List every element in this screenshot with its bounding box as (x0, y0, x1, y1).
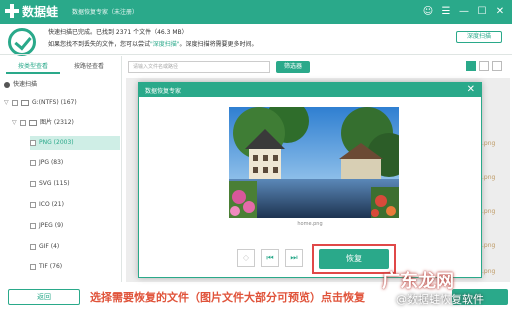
previous-icon[interactable]: ⏮ (261, 249, 279, 267)
tree-item-images[interactable]: ▽ 图片 (2312) (12, 116, 120, 130)
user-icon[interactable]: ☺ (420, 4, 436, 20)
deep-scan-link[interactable]: "深度扫描" (150, 41, 180, 48)
scan-hint-text: 如果您找不到丢失的文件，您可以尝试"深度扫描"。深度扫描将需要更多时间。 (48, 39, 258, 48)
watermark-logo: 广东龙网 (382, 271, 454, 292)
grid-view-icon[interactable] (466, 61, 476, 71)
detail-view-icon[interactable] (492, 61, 502, 71)
folder-icon (29, 119, 37, 126)
minimize-icon[interactable]: — (456, 4, 472, 20)
instruction-caption: 选择需要恢复的文件（图片文件大部分可预览）点击恢复 (90, 291, 365, 304)
menu-icon[interactable]: ☰ (438, 4, 454, 20)
tab-by-path[interactable]: 按路径查看 (62, 60, 116, 74)
preview-dialog: 数据恢复专家 ✕ home.png ◇ ⏮ ⏭ 恢复 (138, 82, 482, 278)
dialog-title: 数据恢复专家 (145, 88, 182, 95)
checkbox[interactable] (30, 222, 36, 229)
scan-result-text: 快速扫描已完成。已找到 2371 个文件（46.3 MB） (48, 29, 188, 36)
tree-item-quick-scan[interactable]: 快速扫描 (4, 78, 120, 92)
tree-item-jpg[interactable]: JPG (83) (30, 156, 120, 170)
tree-item-tif[interactable]: TIF (76) (30, 260, 120, 274)
divider (0, 54, 512, 55)
search-input[interactable]: 请输入文件名或路径 (128, 61, 270, 73)
app-subtitle: 数据恢复专家（未注册） (72, 9, 139, 16)
tree-item-gif[interactable]: GIF (4) (30, 240, 120, 254)
collapse-icon[interactable]: ▽ (12, 116, 20, 130)
close-icon[interactable]: ✕ (492, 4, 508, 20)
maximize-icon[interactable]: ☐ (474, 4, 490, 20)
filter-button[interactable]: 筛选器 (276, 61, 310, 73)
watermark-text: @数据蛙恢复软件 (396, 293, 484, 306)
dialog-header: 数据恢复专家 ✕ (139, 83, 481, 97)
list-view-icon[interactable] (479, 61, 489, 71)
recover-button[interactable]: 恢复 (319, 249, 389, 269)
next-icon[interactable]: ⏭ (285, 249, 303, 267)
tree-item-ico[interactable]: ICO (21) (30, 198, 120, 212)
collapse-icon[interactable]: ▽ (4, 96, 12, 110)
rotate-icon[interactable]: ◇ (237, 249, 255, 267)
radio-icon (4, 81, 10, 88)
scan-complete-icon (8, 28, 36, 56)
checkbox[interactable] (30, 263, 36, 270)
checkbox[interactable] (30, 201, 36, 208)
deep-scan-button[interactable]: 深度扫描 (456, 31, 502, 43)
app-name: 数据蛙 (22, 5, 59, 19)
sidebar: 按类型查看 按路径查看 快速扫描 ▽ G:(NTFS) (167) ▽ 图片 (23… (0, 56, 122, 282)
checkbox[interactable] (30, 159, 36, 166)
tab-by-type[interactable]: 按类型查看 (6, 60, 60, 74)
checkbox[interactable] (12, 99, 18, 106)
preview-filename: home.png (297, 221, 323, 227)
app-logo-icon (5, 4, 19, 18)
checkbox[interactable] (30, 243, 36, 250)
scan-hint-suffix: 。深度扫描将需要更多时间。 (179, 41, 258, 48)
title-bar: 数据蛙 数据恢复专家（未注册） ☺ ☰ — ☐ ✕ (0, 0, 512, 24)
close-icon[interactable]: ✕ (467, 84, 475, 96)
tree-item-jpeg[interactable]: JPEG (9) (30, 219, 120, 233)
drive-icon (21, 99, 29, 106)
scan-hint-prefix: 如果您找不到丢失的文件，您可以尝试 (48, 41, 151, 48)
checkbox[interactable] (30, 139, 36, 146)
app-window: 数据蛙 数据恢复专家（未注册） ☺ ☰ — ☐ ✕ 快速扫描已完成。已找到 23… (0, 0, 512, 313)
image-preview (229, 107, 399, 218)
checkbox[interactable] (30, 180, 36, 187)
back-button[interactable]: 返回 (8, 289, 80, 305)
tree-item-svg[interactable]: SVG (115) (30, 177, 120, 191)
checkbox[interactable] (20, 119, 26, 126)
tree-item-drive[interactable]: ▽ G:(NTFS) (167) (4, 96, 120, 110)
tree-item-png[interactable]: PNG (2003) (30, 136, 120, 150)
